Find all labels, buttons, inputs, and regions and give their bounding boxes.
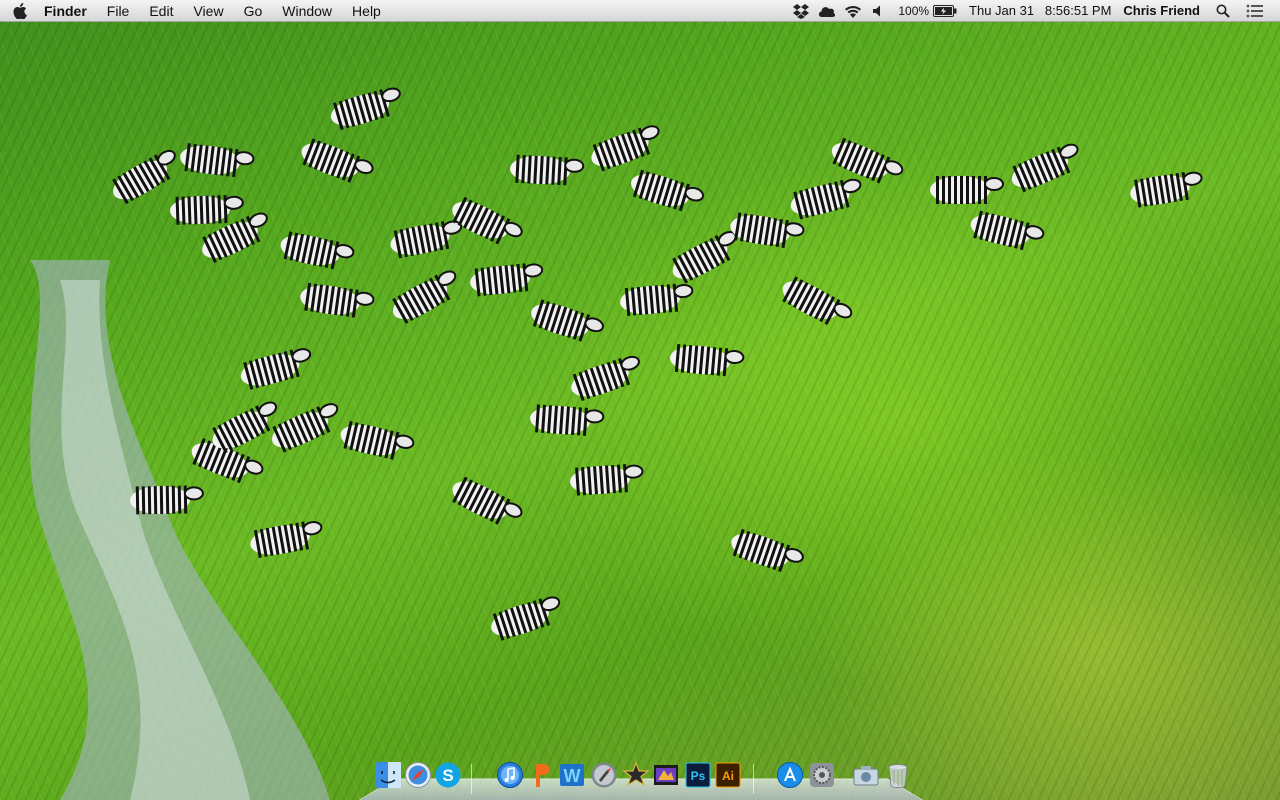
battery-percent: 100%: [898, 3, 930, 18]
notification-center-icon[interactable]: [1244, 0, 1266, 22]
dock-skype-label: S: [442, 766, 453, 785]
menu-bar: Finder File Edit View Go Window Help 100…: [0, 0, 1280, 22]
dock-separator: [471, 764, 472, 794]
battery-status[interactable]: 100%: [892, 4, 963, 18]
dropbox-icon[interactable]: [790, 0, 812, 22]
dock-final-cut-icon[interactable]: [651, 760, 681, 790]
dock-photoshop-label: Ps: [691, 769, 706, 783]
spotlight-icon[interactable]: [1212, 0, 1234, 22]
apple-menu-icon[interactable]: [0, 2, 40, 19]
dock-trash-icon[interactable]: [883, 760, 913, 790]
menu-go[interactable]: Go: [234, 0, 273, 22]
dock-illustrator-icon[interactable]: Ai: [713, 760, 743, 790]
dock-illustrator-label: Ai: [722, 769, 734, 783]
menu-help[interactable]: Help: [342, 0, 391, 22]
menu-view[interactable]: View: [183, 0, 233, 22]
dock-itunes-icon[interactable]: [495, 760, 525, 790]
dock-pages-icon[interactable]: [527, 760, 557, 790]
dock-image-capture-icon[interactable]: [851, 760, 881, 790]
desktop-wallpaper: [0, 0, 1280, 800]
dock-word-icon[interactable]: W: [557, 760, 587, 790]
dock-app-store-icon[interactable]: [775, 760, 805, 790]
dock-system-preferences-icon[interactable]: [807, 760, 837, 790]
dock-safari-icon[interactable]: [403, 760, 433, 790]
dock-word-label: W: [564, 766, 581, 786]
menu-app-finder[interactable]: Finder: [40, 0, 97, 22]
dock-imovie-icon[interactable]: [621, 760, 651, 790]
menu-window[interactable]: Window: [272, 0, 342, 22]
dock: S W Ps Ai: [359, 758, 923, 800]
menu-user[interactable]: Chris Friend: [1117, 0, 1210, 22]
dock-finder-icon[interactable]: [373, 760, 403, 790]
wifi-icon[interactable]: [842, 0, 864, 22]
dock-separator: [753, 764, 754, 794]
menu-file[interactable]: File: [97, 0, 140, 22]
menu-edit[interactable]: Edit: [139, 0, 183, 22]
volume-icon[interactable]: [868, 0, 890, 22]
wallpaper-art: [30, 87, 1203, 800]
menu-clock[interactable]: Thu Jan 31 8:56:51 PM: [963, 0, 1117, 22]
cloud-icon[interactable]: [816, 0, 838, 22]
dock-skype-icon[interactable]: S: [433, 760, 463, 790]
dock-photoshop-icon[interactable]: Ps: [683, 760, 713, 790]
dock-launchpad-icon[interactable]: [589, 760, 619, 790]
battery-icon: [933, 4, 957, 17]
